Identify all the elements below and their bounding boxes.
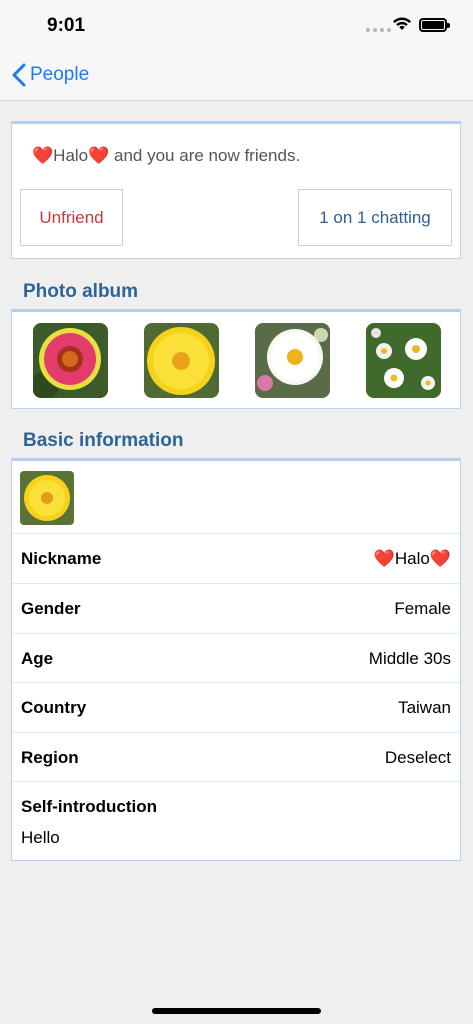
info-row-self-introduction: Self-introduction Hello	[12, 781, 460, 861]
cellular-signal-icon	[366, 28, 391, 32]
friend-status-message: ❤️Halo❤️ and you are now friends.	[32, 146, 300, 166]
info-row-gender: Gender Female	[12, 583, 460, 633]
chevron-left-icon	[12, 63, 26, 87]
status-time: 9:01	[47, 15, 86, 36]
info-row-label: Age	[21, 649, 54, 668]
small-daisies-photo	[366, 323, 441, 398]
info-row-value: ❤️Halo❤️	[373, 549, 451, 568]
navigation-bar: People	[0, 50, 473, 101]
back-button[interactable]: People	[12, 63, 89, 87]
photo-thumbnail[interactable]	[255, 323, 330, 398]
friend-status-card: ❤️Halo❤️ and you are now friends. Unfrie…	[11, 121, 461, 259]
self-introduction-value: Hello	[21, 828, 60, 847]
info-row-country: Country Taiwan	[12, 682, 460, 732]
gaillardia-flower-photo	[33, 323, 108, 398]
info-row-value: Female	[394, 599, 451, 618]
info-row-age: Age Middle 30s	[12, 633, 460, 682]
yellow-coreopsis-photo	[144, 323, 219, 398]
info-row-value: Taiwan	[398, 698, 451, 717]
photo-thumbnail[interactable]	[144, 323, 219, 398]
friend-message: and you are now friends.	[109, 146, 301, 165]
info-row-label: Nickname	[21, 549, 102, 568]
photo-album-title: Photo album	[23, 281, 139, 302]
info-row-label: Country	[21, 698, 87, 717]
one-on-one-chat-button[interactable]: 1 on 1 chatting	[298, 189, 452, 246]
friend-name: ❤️Halo❤️	[32, 146, 110, 165]
basic-information-title: Basic information	[23, 430, 184, 451]
status-bar: 9:01	[0, 0, 473, 50]
photo-album-card	[11, 309, 461, 409]
info-row-value: Deselect	[384, 748, 451, 767]
info-row-label: Region	[21, 748, 79, 767]
back-button-label: People	[30, 64, 90, 85]
info-row-label: Gender	[21, 599, 81, 618]
yellow-flower-avatar	[20, 471, 74, 525]
wifi-icon	[393, 17, 411, 30]
unfriend-button[interactable]: Unfriend	[20, 189, 123, 246]
photo-thumbnail[interactable]	[33, 323, 108, 398]
info-row-nickname: Nickname ❤️Halo❤️	[12, 533, 460, 583]
white-daisy-photo	[255, 323, 330, 398]
basic-information-card: Nickname ❤️Halo❤️ Gender Female Age Midd…	[11, 458, 461, 861]
self-introduction-label: Self-introduction	[21, 797, 157, 816]
avatar[interactable]	[20, 471, 74, 525]
info-row-value: Middle 30s	[368, 649, 451, 668]
battery-icon	[419, 18, 450, 32]
home-indicator[interactable]	[152, 1008, 321, 1014]
info-row-region: Region Deselect	[12, 732, 460, 781]
photo-thumbnail[interactable]	[366, 323, 441, 398]
